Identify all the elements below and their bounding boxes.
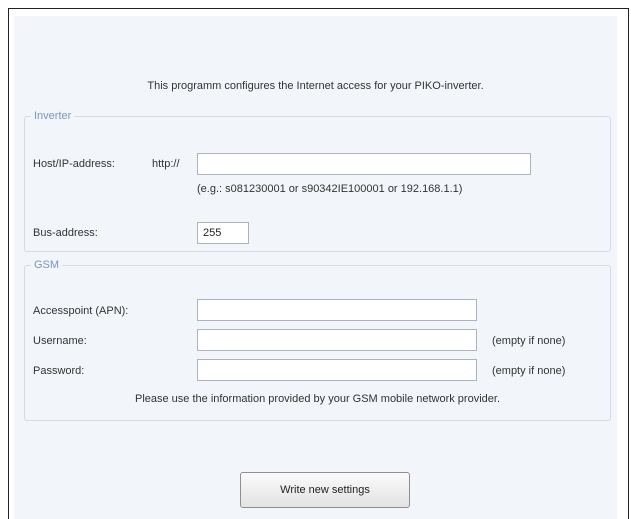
intro-text: This programm configures the Internet ac… xyxy=(147,80,484,92)
gsm-fieldset: GSM Accesspoint (APN): Username: (empty … xyxy=(24,259,611,421)
http-prefix: http:// xyxy=(152,158,180,170)
password-input[interactable] xyxy=(197,359,477,381)
apn-input[interactable] xyxy=(197,299,477,321)
bus-address-input[interactable] xyxy=(197,222,249,244)
host-label: Host/IP-address: xyxy=(33,158,115,170)
username-hint: (empty if none) xyxy=(492,335,566,347)
password-label: Password: xyxy=(33,365,85,377)
inverter-fieldset: Inverter Host/IP-address: http:// (e.g.:… xyxy=(24,110,611,252)
password-hint: (empty if none) xyxy=(492,365,566,377)
inverter-legend: Inverter xyxy=(34,110,72,122)
host-hint: (e.g.: s081230001 or s90342IE100001 or 1… xyxy=(197,183,463,195)
bus-address-label: Bus-address: xyxy=(33,227,98,239)
settings-panel: This programm configures the Internet ac… xyxy=(14,16,617,519)
write-settings-button[interactable]: Write new settings xyxy=(240,472,410,508)
gsm-provider-note: Please use the information provided by y… xyxy=(134,393,500,405)
gsm-legend: GSM xyxy=(34,259,60,271)
host-input[interactable] xyxy=(197,153,531,175)
username-label: Username: xyxy=(33,335,87,347)
apn-label: Accesspoint (APN): xyxy=(33,305,129,317)
username-input[interactable] xyxy=(197,329,477,351)
